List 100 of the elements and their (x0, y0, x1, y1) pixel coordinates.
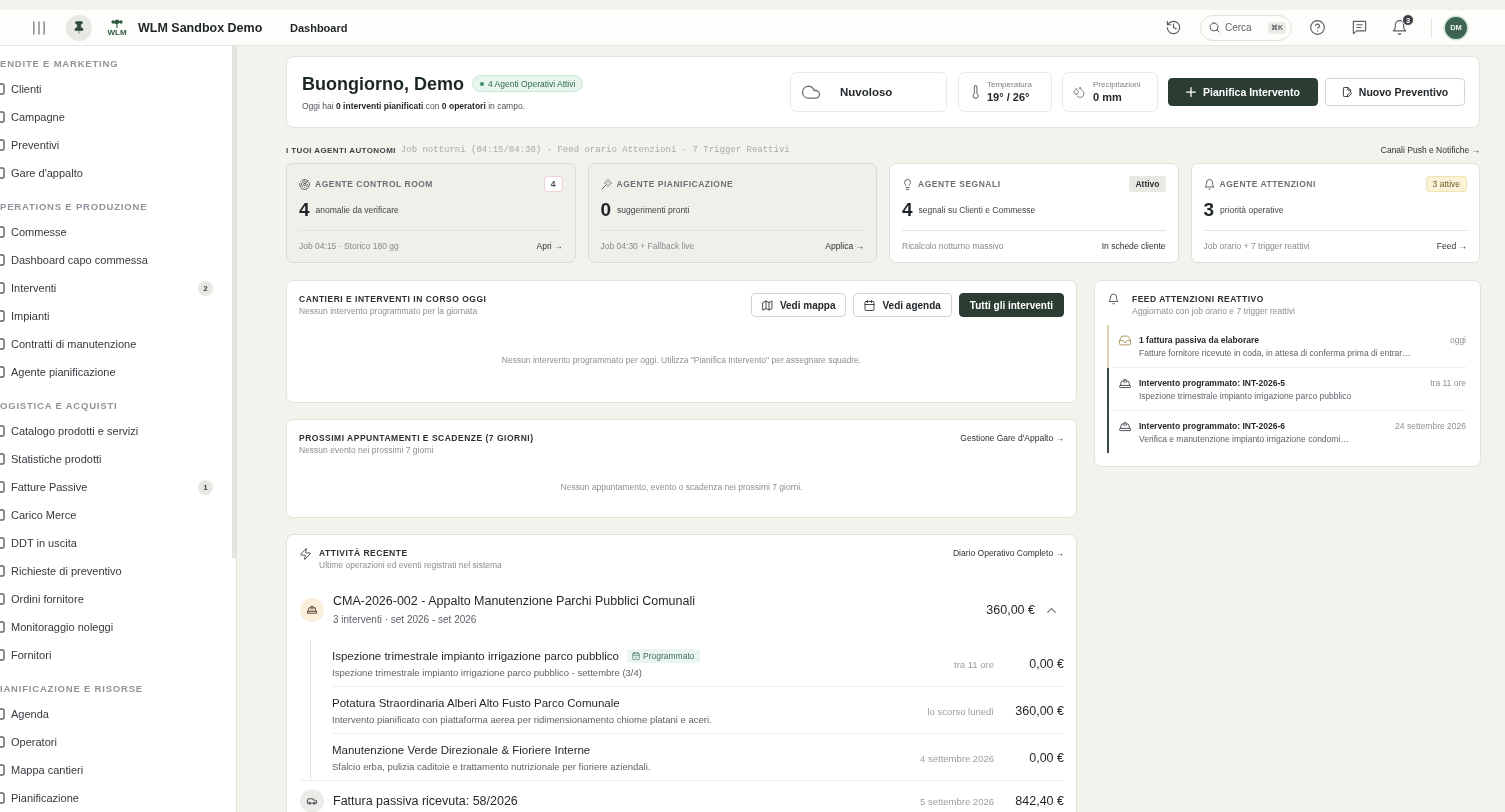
bell-icon (1203, 178, 1215, 190)
panel-subtitle: Ultime operazioni ed eventi registrati nel sistema (319, 559, 503, 571)
sidebar-item[interactable]: Gare d'appalto (0, 159, 232, 187)
sidebar-item[interactable]: Interventi 2 (0, 274, 232, 302)
map-button[interactable]: Vedi mappa (750, 293, 847, 317)
cropped-icon (0, 792, 5, 804)
sidebar-item[interactable]: DDT in uscita (0, 529, 232, 557)
sidebar-item[interactable]: Impianti (0, 302, 232, 330)
car-icon (300, 789, 324, 812)
card-link[interactable]: Feed → (1436, 240, 1467, 252)
footer-text: Job orario + 7 trigger reattivi (1203, 241, 1310, 251)
amount-text: 360,00 € (986, 603, 1035, 617)
panel-title: CANTIERI E INTERVENTI IN CORSO OGGI (299, 293, 488, 305)
section-heading: PERATIONS E PRODUZIONE (0, 200, 149, 214)
panel-subtitle: Aggiornato con job orario e 7 trigger reattivi (1132, 305, 1296, 317)
cropped-icon (0, 649, 5, 661)
metric-value: 0 (600, 199, 612, 221)
activity-title[interactable]: Manutenzione Verde Direzionale & Fioriere Interne (332, 744, 591, 756)
messages-icon[interactable] (1352, 20, 1367, 35)
tenders-link[interactable]: Gestione Gare d'Appalto → (960, 432, 1064, 444)
metric-label: suggerimenti pronti (617, 205, 690, 215)
sidebar-item[interactable]: Operatori (0, 728, 232, 756)
panel-title: PROSSIMI APPUNTAMENTI E SCADENZE (7 GIORNI) (299, 432, 535, 444)
lightning-icon (300, 548, 311, 560)
cropped-icon (0, 282, 5, 294)
cropped-icon (0, 708, 5, 720)
cropped-icon (0, 167, 5, 179)
app-name: WLM Sandbox Demo (138, 20, 263, 35)
agenda-button[interactable]: Vedi agenda (853, 293, 952, 317)
sidebar-item[interactable]: Pianificazione (0, 784, 232, 812)
footer-text: Ricalcolo notturno massivo (902, 241, 1004, 251)
sidebar-item[interactable]: Clienti (0, 75, 232, 103)
notifications-icon[interactable] (1392, 20, 1407, 35)
card-title: AGENTE ATTENZIONI (1219, 179, 1316, 189)
cropped-icon (0, 226, 5, 238)
card-link[interactable]: Apri → (536, 240, 563, 252)
sidebar-item[interactable]: Monitoraggio noleggi (0, 613, 232, 641)
history-icon[interactable] (1166, 20, 1181, 35)
activity-title[interactable]: Ispezione trimestrale impianto irrigazione parco pubblico (332, 650, 619, 662)
schedule-text: Job notturni (04:15/04:30) · Feed orario Attenzioni · 7 Trigger Reattivi (400, 145, 790, 155)
time-text: 4 settembre 2026 (920, 752, 994, 764)
activity-title[interactable]: CMA-2026-002 - Appalto Manutenzione Parchi Pubblici Comunali (333, 593, 987, 609)
inbox-icon (1119, 335, 1131, 346)
time-text: tra 11 ore (954, 658, 994, 670)
section-title: I TUOI AGENTI AUTONOMI (286, 145, 396, 155)
section-heading: OGISTICA E ACQUISTI (0, 399, 119, 413)
sidebar-item[interactable]: Commesse (0, 218, 232, 246)
plus-icon (1186, 87, 1197, 97)
sidebar-item[interactable]: Preventivi (0, 131, 232, 159)
time-text: 24 settembre 2026 (1394, 421, 1466, 431)
cropped-icon (0, 593, 5, 605)
columns-icon[interactable] (33, 20, 45, 35)
cropped-icon (0, 254, 5, 266)
plan-button[interactable]: Pianifica Intervento (1168, 78, 1318, 106)
time-text: lo scorso lunedì (927, 705, 994, 717)
radar-icon (299, 178, 310, 190)
feed-item-text: Verifica e manutenzione impianto irrigazione condomi… (1139, 433, 1350, 445)
sidebar-item[interactable]: Agente pianificazione (0, 358, 232, 386)
hard-hat-icon (1119, 378, 1131, 389)
activity-title[interactable]: Fattura passiva ricevuta: 58/2026 (333, 793, 921, 809)
cloud-icon (801, 85, 821, 99)
cropped-icon (0, 310, 5, 322)
file-edit-icon (1341, 87, 1352, 97)
cropped-icon (0, 425, 5, 437)
hard-hat-icon (300, 598, 324, 622)
weather-condition: Nuvoloso (840, 86, 893, 98)
chevron-up-icon[interactable] (1047, 607, 1056, 613)
card-link[interactable]: Applica → (825, 240, 864, 252)
feed-item-title[interactable]: Intervento programmato: INT-2026-5 (1139, 377, 1285, 389)
sidebar-item[interactable]: Agenda (0, 700, 232, 728)
logo: WLM (106, 18, 128, 37)
empty-message: Nessun intervento programmato per oggi. Utilizza "Pianifica Intervento" per assegnare squadre. (500, 354, 863, 366)
sidebar-item[interactable]: Ordini fornitore (0, 585, 232, 613)
feed-item-title[interactable]: 1 fattura passiva da elaborare (1139, 334, 1259, 346)
sidebar-item[interactable]: Fatture Passive 1 (0, 473, 232, 501)
activity-title[interactable]: Potatura Straordinaria Alberi Alto Fusto Parco Comunale (332, 697, 620, 709)
sidebar-item[interactable]: Mappa cantieri (0, 756, 232, 784)
sidebar-item[interactable]: Catalogo prodotti e servizi (0, 417, 232, 445)
feed-item-title[interactable]: Intervento programmato: INT-2026-6 (1139, 420, 1285, 432)
sidebar-item[interactable]: Campagne (0, 103, 232, 131)
cropped-icon (0, 509, 5, 521)
pin-icon (74, 21, 84, 34)
notifications-link[interactable]: Canali Push e Notifiche → (1380, 144, 1480, 156)
sidebar-item[interactable]: Dashboard capo commessa (0, 246, 232, 274)
sidebar-item[interactable]: Fornitori (0, 641, 232, 669)
droplets-icon (1073, 86, 1085, 98)
panel-subtitle: Nessun evento nei prossimi 7 giorni (299, 444, 435, 456)
card-link[interactable]: In schede cliente (1101, 240, 1166, 252)
map-icon (761, 299, 773, 311)
all-interventions-button[interactable]: Tutti gli interventi (958, 293, 1064, 317)
help-icon[interactable] (1310, 20, 1325, 35)
sidebar-item[interactable]: Carico Merce (0, 501, 232, 529)
sidebar-item[interactable]: Richieste di preventivo (0, 557, 232, 585)
pin-button[interactable] (66, 14, 92, 41)
card-title: AGENTE SEGNALI (918, 179, 1001, 189)
new-quote-button[interactable]: Nuovo Preventivo (1325, 78, 1465, 106)
search-icon (1209, 22, 1220, 33)
sidebar-item[interactable]: Statistiche prodotti (0, 445, 232, 473)
journal-link[interactable]: Diario Operativo Completo → (953, 547, 1064, 559)
sidebar-item[interactable]: Contratti di manutenzione (0, 330, 232, 358)
